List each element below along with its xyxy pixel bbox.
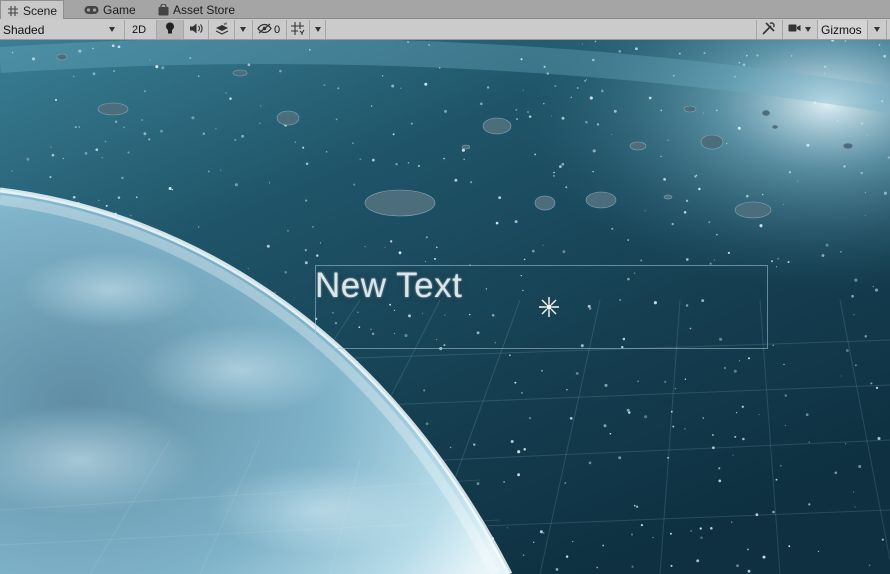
gizmos-dropdown[interactable] (867, 20, 887, 39)
gizmos-toggle[interactable]: Gizmos (817, 20, 867, 39)
tab-game-label: Game (103, 3, 136, 17)
tab-scene-label: Scene (23, 3, 58, 18)
scene-viewport[interactable]: New Text (0, 40, 890, 574)
draw-mode-value: Shaded (3, 22, 45, 37)
grid-snap-icon (291, 21, 305, 38)
wrench-hammer-icon (762, 21, 775, 38)
hidden-count: 0 (273, 23, 281, 36)
hidden-eye-icon (257, 23, 272, 37)
gizmos-label: Gizmos (821, 22, 862, 37)
pivot-gizmo-icon[interactable] (537, 295, 561, 319)
camera-icon (788, 23, 801, 36)
grid-snap-dropdown[interactable] (309, 20, 326, 39)
camera-settings-dropdown[interactable] (782, 20, 816, 39)
effects-dropdown[interactable] (234, 20, 251, 39)
window-tab-bar: Scene Game Asset Store (0, 0, 890, 20)
audio-toggle[interactable] (183, 20, 208, 39)
layers-effects-icon (215, 22, 229, 38)
draw-mode-dropdown[interactable]: Shaded (0, 20, 121, 39)
grid-icon (7, 5, 19, 17)
2d-mode-toggle[interactable]: 2D (124, 20, 153, 39)
scene-toolbar: Shaded 2D 0 Gizmos (0, 19, 890, 40)
tab-scene[interactable]: Scene (0, 0, 65, 20)
effects-toggle[interactable] (208, 20, 234, 39)
2d-mode-label: 2D (131, 23, 147, 36)
chevron-down-icon (874, 27, 880, 32)
tab-game[interactable]: Game (78, 1, 142, 19)
grid-snap-toggle[interactable] (286, 20, 309, 39)
chevron-down-icon (805, 27, 811, 32)
lighting-toggle[interactable] (156, 20, 183, 39)
scene-visibility-toggle[interactable]: 0 (252, 20, 284, 39)
speaker-icon (189, 23, 203, 37)
scene-text-object[interactable]: New Text (315, 266, 462, 306)
chevron-down-icon (314, 27, 321, 32)
gamepad-icon (84, 5, 99, 15)
lightbulb-icon (165, 22, 175, 38)
shopping-bag-icon (158, 4, 169, 16)
tab-asset-store[interactable]: Asset Store (152, 1, 241, 19)
tab-asset-store-label: Asset Store (173, 3, 236, 17)
chevron-down-icon (109, 27, 115, 32)
chevron-down-icon (240, 27, 246, 32)
tools-toggle[interactable] (756, 20, 780, 39)
